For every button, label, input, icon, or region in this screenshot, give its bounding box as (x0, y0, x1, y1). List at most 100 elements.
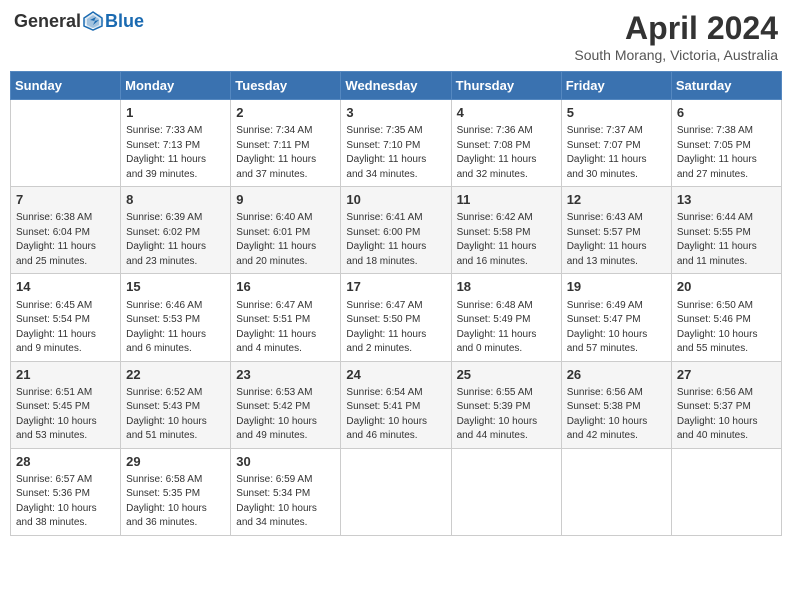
logo-general: General (14, 11, 81, 32)
day-info: Sunrise: 7:34 AMSunset: 7:11 PMDaylight:… (236, 124, 335, 182)
day-header-monday: Monday (121, 72, 231, 100)
calendar-cell: 28 Sunrise: 6:57 AMSunset: 5:36 PMDayligh… (11, 448, 121, 535)
calendar-cell: 20 Sunrise: 6:50 AMSunset: 5:46 PMDayligh… (671, 274, 781, 361)
day-header-thursday: Thursday (451, 72, 561, 100)
day-info: Sunrise: 7:36 AMSunset: 7:08 PMDaylight:… (457, 124, 556, 182)
day-info: Sunrise: 6:51 AMSunset: 5:45 PMDaylight:… (16, 386, 115, 444)
calendar-week-row: 28 Sunrise: 6:57 AMSunset: 5:36 PMDayligh… (11, 448, 782, 535)
calendar-cell: 17Sunrise: 6:47 AMSunset: 5:50 PMDayligh… (341, 274, 451, 361)
day-number: 11 (457, 191, 556, 209)
calendar-cell: 18Sunrise: 6:48 AMSunset: 5:49 PMDayligh… (451, 274, 561, 361)
day-number: 25 (457, 366, 556, 384)
page-header: General Blue April 2024 South Morang, Vi… (10, 10, 782, 63)
day-number: 1 (126, 104, 225, 122)
month-title: April 2024 (574, 10, 778, 47)
day-number: 10 (346, 191, 445, 209)
day-number: 4 (457, 104, 556, 122)
day-number: 26 (567, 366, 666, 384)
day-info: Sunrise: 6:39 AMSunset: 6:02 PMDaylight:… (126, 211, 225, 269)
day-number: 7 (16, 191, 115, 209)
day-info: Sunrise: 6:45 AMSunset: 5:54 PMDaylight:… (16, 299, 115, 357)
day-header-sunday: Sunday (11, 72, 121, 100)
day-number: 16 (236, 278, 335, 296)
day-header-wednesday: Wednesday (341, 72, 451, 100)
calendar-cell: 15 Sunrise: 6:46 AMSunset: 5:53 PMDayligh… (121, 274, 231, 361)
calendar-cell (11, 100, 121, 187)
day-info: Sunrise: 6:44 AMSunset: 5:55 PMDaylight:… (677, 211, 776, 269)
day-number: 2 (236, 104, 335, 122)
day-number: 13 (677, 191, 776, 209)
day-info: Sunrise: 6:52 AMSunset: 5:43 PMDaylight:… (126, 386, 225, 444)
day-number: 5 (567, 104, 666, 122)
day-number: 24 (346, 366, 445, 384)
day-number: 3 (346, 104, 445, 122)
day-number: 23 (236, 366, 335, 384)
calendar-cell: 29Sunrise: 6:58 AMSunset: 5:35 PMDayligh… (121, 448, 231, 535)
day-info: Sunrise: 7:35 AMSunset: 7:10 PMDaylight:… (346, 124, 445, 182)
day-info: Sunrise: 6:41 AMSunset: 6:00 PMDaylight:… (346, 211, 445, 269)
day-info: Sunrise: 6:50 AMSunset: 5:46 PMDaylight:… (677, 299, 776, 357)
calendar-cell: 2 Sunrise: 7:34 AMSunset: 7:11 PMDaylight… (231, 100, 341, 187)
calendar-cell: 30 Sunrise: 6:59 AMSunset: 5:34 PMDayligh… (231, 448, 341, 535)
calendar-cell (671, 448, 781, 535)
day-info: Sunrise: 6:49 AMSunset: 5:47 PMDaylight:… (567, 299, 666, 357)
calendar-cell: 8 Sunrise: 6:39 AMSunset: 6:02 PMDaylight… (121, 187, 231, 274)
location: South Morang, Victoria, Australia (574, 47, 778, 63)
calendar-cell: 3 Sunrise: 7:35 AMSunset: 7:10 PMDaylight… (341, 100, 451, 187)
calendar-cell: 13 Sunrise: 6:44 AMSunset: 5:55 PMDayligh… (671, 187, 781, 274)
day-number: 8 (126, 191, 225, 209)
calendar-cell: 1Sunrise: 7:33 AMSunset: 7:13 PMDaylight… (121, 100, 231, 187)
day-info: Sunrise: 6:56 AMSunset: 5:38 PMDaylight:… (567, 386, 666, 444)
day-info: Sunrise: 7:37 AMSunset: 7:07 PMDaylight:… (567, 124, 666, 182)
day-info: Sunrise: 6:53 AMSunset: 5:42 PMDaylight:… (236, 386, 335, 444)
day-info: Sunrise: 6:47 AMSunset: 5:51 PMDaylight:… (236, 299, 335, 357)
day-info: Sunrise: 6:47 AMSunset: 5:50 PMDaylight:… (346, 299, 445, 357)
calendar-cell (341, 448, 451, 535)
day-number: 12 (567, 191, 666, 209)
day-number: 20 (677, 278, 776, 296)
calendar-cell (451, 448, 561, 535)
day-info: Sunrise: 6:48 AMSunset: 5:49 PMDaylight:… (457, 299, 556, 357)
day-number: 29 (126, 453, 225, 471)
day-info: Sunrise: 6:59 AMSunset: 5:34 PMDaylight:… (236, 473, 335, 531)
day-number: 14 (16, 278, 115, 296)
calendar-cell (561, 448, 671, 535)
calendar-cell: 16 Sunrise: 6:47 AMSunset: 5:51 PMDayligh… (231, 274, 341, 361)
calendar-cell: 5 Sunrise: 7:37 AMSunset: 7:07 PMDaylight… (561, 100, 671, 187)
logo-block: General Blue (14, 10, 144, 32)
day-number: 22 (126, 366, 225, 384)
day-number: 30 (236, 453, 335, 471)
day-info: Sunrise: 6:46 AMSunset: 5:53 PMDaylight:… (126, 299, 225, 357)
calendar-week-row: 1Sunrise: 7:33 AMSunset: 7:13 PMDaylight… (11, 100, 782, 187)
day-number: 28 (16, 453, 115, 471)
day-number: 15 (126, 278, 225, 296)
logo: General Blue (14, 10, 144, 32)
day-info: Sunrise: 6:56 AMSunset: 5:37 PMDaylight:… (677, 386, 776, 444)
calendar-cell: 6Sunrise: 7:38 AMSunset: 7:05 PMDaylight… (671, 100, 781, 187)
calendar-cell: 25Sunrise: 6:55 AMSunset: 5:39 PMDayligh… (451, 361, 561, 448)
calendar-cell: 22 Sunrise: 6:52 AMSunset: 5:43 PMDayligh… (121, 361, 231, 448)
day-info: Sunrise: 6:57 AMSunset: 5:36 PMDaylight:… (16, 473, 115, 531)
day-number: 27 (677, 366, 776, 384)
day-info: Sunrise: 6:43 AMSunset: 5:57 PMDaylight:… (567, 211, 666, 269)
day-header-tuesday: Tuesday (231, 72, 341, 100)
calendar-cell: 27 Sunrise: 6:56 AMSunset: 5:37 PMDayligh… (671, 361, 781, 448)
calendar-cell: 10 Sunrise: 6:41 AMSunset: 6:00 PMDayligh… (341, 187, 451, 274)
day-header-saturday: Saturday (671, 72, 781, 100)
calendar-table: SundayMondayTuesdayWednesdayThursdayFrid… (10, 71, 782, 536)
calendar-cell: 12 Sunrise: 6:43 AMSunset: 5:57 PMDayligh… (561, 187, 671, 274)
day-number: 19 (567, 278, 666, 296)
logo-blue: Blue (105, 11, 144, 32)
title-block: April 2024 South Morang, Victoria, Austr… (574, 10, 778, 63)
day-info: Sunrise: 7:38 AMSunset: 7:05 PMDaylight:… (677, 124, 776, 182)
calendar-week-row: 14 Sunrise: 6:45 AMSunset: 5:54 PMDayligh… (11, 274, 782, 361)
calendar-cell: 9 Sunrise: 6:40 AMSunset: 6:01 PMDaylight… (231, 187, 341, 274)
day-number: 9 (236, 191, 335, 209)
day-info: Sunrise: 6:40 AMSunset: 6:01 PMDaylight:… (236, 211, 335, 269)
calendar-week-row: 7Sunrise: 6:38 AMSunset: 6:04 PMDaylight… (11, 187, 782, 274)
calendar-cell: 4 Sunrise: 7:36 AMSunset: 7:08 PMDaylight… (451, 100, 561, 187)
calendar-cell: 23 Sunrise: 6:53 AMSunset: 5:42 PMDayligh… (231, 361, 341, 448)
day-header-friday: Friday (561, 72, 671, 100)
calendar-cell: 7Sunrise: 6:38 AMSunset: 6:04 PMDaylight… (11, 187, 121, 274)
day-number: 21 (16, 366, 115, 384)
